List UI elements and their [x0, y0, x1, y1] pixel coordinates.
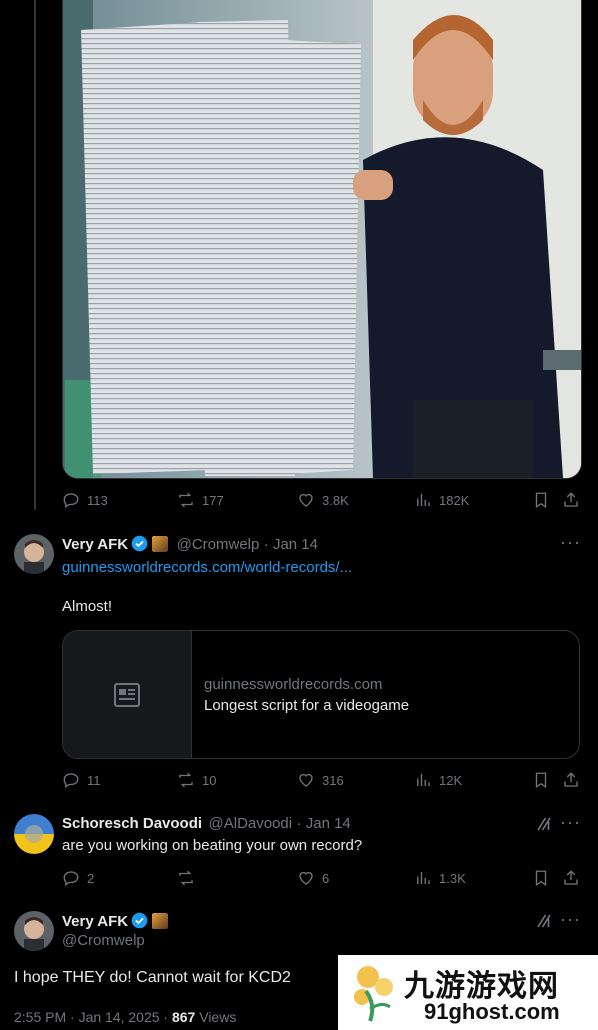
tweet-text: Almost! [62, 598, 113, 615]
bookmark-icon [535, 870, 547, 887]
watermark-url: 91ghost.com [424, 999, 560, 1024]
handle[interactable]: @Cromwelp [177, 536, 260, 553]
like-count: 316 [322, 772, 344, 788]
reply-icon [63, 871, 79, 887]
retweet-button[interactable]: 10 [177, 771, 216, 789]
bookmark-button[interactable] [532, 491, 550, 509]
retweet-count: 177 [202, 492, 224, 508]
avatar-image [14, 534, 54, 574]
bookmark-icon [535, 492, 547, 509]
verified-badge-icon [131, 535, 148, 552]
tweet-link[interactable]: guinnessworldrecords.com/world-records/.… [62, 559, 352, 576]
analytics-icon [417, 774, 430, 786]
retweet-button[interactable]: 177 [177, 491, 224, 509]
tweet-photo[interactable] [62, 0, 582, 479]
like-button[interactable]: 316 [297, 771, 344, 789]
more-options-icon[interactable]: ··· [560, 910, 580, 934]
display-name[interactable]: Very AFK [62, 913, 128, 930]
tweet-text: I hope THEY do! Cannot wait for KCD2 [14, 969, 291, 986]
views-count: 182K [439, 492, 470, 508]
retweet-icon [179, 870, 193, 886]
retweet-button[interactable] [177, 869, 202, 887]
avatar[interactable] [14, 911, 54, 951]
bookmark-button[interactable] [532, 869, 550, 887]
analytics-icon [417, 494, 430, 506]
watermark: 九游游戏网 91ghost.com [338, 955, 598, 1030]
display-name[interactable]: Very AFK [62, 536, 128, 553]
heart-icon [299, 773, 313, 787]
like-button[interactable]: 3.8K [297, 491, 349, 509]
grok-icon[interactable] [535, 912, 553, 930]
share-icon [564, 772, 578, 787]
heart-icon [299, 493, 313, 507]
reply2-actions: 2 6 1.3K [62, 869, 580, 889]
reply-button[interactable]: 11 [62, 771, 101, 789]
share-icon [564, 492, 578, 507]
share-icon [564, 870, 578, 885]
avatar-image [14, 911, 54, 951]
analytics-icon [417, 872, 430, 884]
reply-count: 11 [87, 772, 101, 788]
top-tweet-actions: 113 177 3.8K 182K [62, 491, 580, 511]
display-name[interactable]: Schoresch Davoodi [62, 815, 202, 832]
views-count: 1.3K [439, 870, 466, 886]
reply-count: 2 [87, 870, 95, 886]
affiliate-badge-icon [152, 913, 169, 929]
main-tweet-header: Very AFK [62, 912, 169, 931]
reply-icon [63, 773, 79, 789]
retweet-count: 10 [202, 772, 217, 788]
grok-icon[interactable] [535, 815, 553, 833]
views-button[interactable]: 1.3K [414, 869, 466, 887]
tweet-meta: 2:55 PM · Jan 14, 2025 · 867 Views [14, 1009, 236, 1025]
views-count: 867 [171, 1009, 196, 1025]
reply-button[interactable]: 2 [62, 869, 94, 887]
like-count: 6 [322, 870, 330, 886]
bookmark-button[interactable] [532, 771, 550, 789]
link-card[interactable]: guinnessworldrecords.com Longest script … [62, 630, 580, 759]
article-icon [114, 682, 140, 707]
avatar[interactable] [14, 534, 54, 574]
more-options-icon[interactable]: ··· [560, 813, 580, 837]
reply2-header: Schoresch Davoodi @AlDavoodi · Jan 14 [62, 815, 351, 833]
more-options-icon[interactable]: ··· [560, 533, 580, 557]
share-button[interactable] [562, 869, 580, 887]
card-title: Longest script for a videogame [204, 697, 410, 714]
verified-badge-icon [131, 912, 148, 929]
card-thumbnail [63, 631, 192, 758]
views-button[interactable]: 12K [414, 771, 462, 789]
handle[interactable]: @AlDavoodi [209, 815, 293, 832]
heart-icon [299, 871, 313, 885]
tweet-timestamp[interactable]: 2:55 PM · Jan 14, 2025 · [14, 1009, 168, 1025]
retweet-icon [179, 772, 193, 788]
reply1-header: Very AFK @Cromwelp · Jan 14 [62, 535, 318, 554]
views-count: 12K [439, 772, 463, 788]
photo-scripts-stack [63, 0, 581, 478]
reply1-actions: 11 10 316 12K [62, 771, 580, 791]
like-count: 3.8K [322, 492, 349, 508]
timestamp[interactable]: · Jan 14 [297, 815, 351, 832]
timestamp[interactable]: · Jan 14 [264, 536, 318, 553]
affiliate-badge-icon [152, 536, 169, 552]
avatar[interactable] [14, 814, 54, 854]
reply-count: 113 [87, 492, 108, 508]
retweet-icon [179, 492, 193, 508]
views-button[interactable]: 182K [414, 491, 469, 509]
thread-line [34, 0, 36, 510]
card-domain: guinnessworldrecords.com [204, 676, 383, 693]
handle[interactable]: @Cromwelp [62, 932, 145, 949]
reply-icon [63, 493, 79, 509]
views-label: Views [199, 1009, 237, 1025]
share-button[interactable] [562, 491, 580, 509]
like-button[interactable]: 6 [297, 869, 329, 887]
tweet-text: are you working on beating your own reco… [62, 837, 363, 854]
bookmark-icon [535, 772, 547, 789]
avatar-image [14, 814, 54, 854]
reply-button[interactable]: 113 [62, 491, 108, 509]
share-button[interactable] [562, 771, 580, 789]
watermark-logo [354, 966, 393, 1022]
